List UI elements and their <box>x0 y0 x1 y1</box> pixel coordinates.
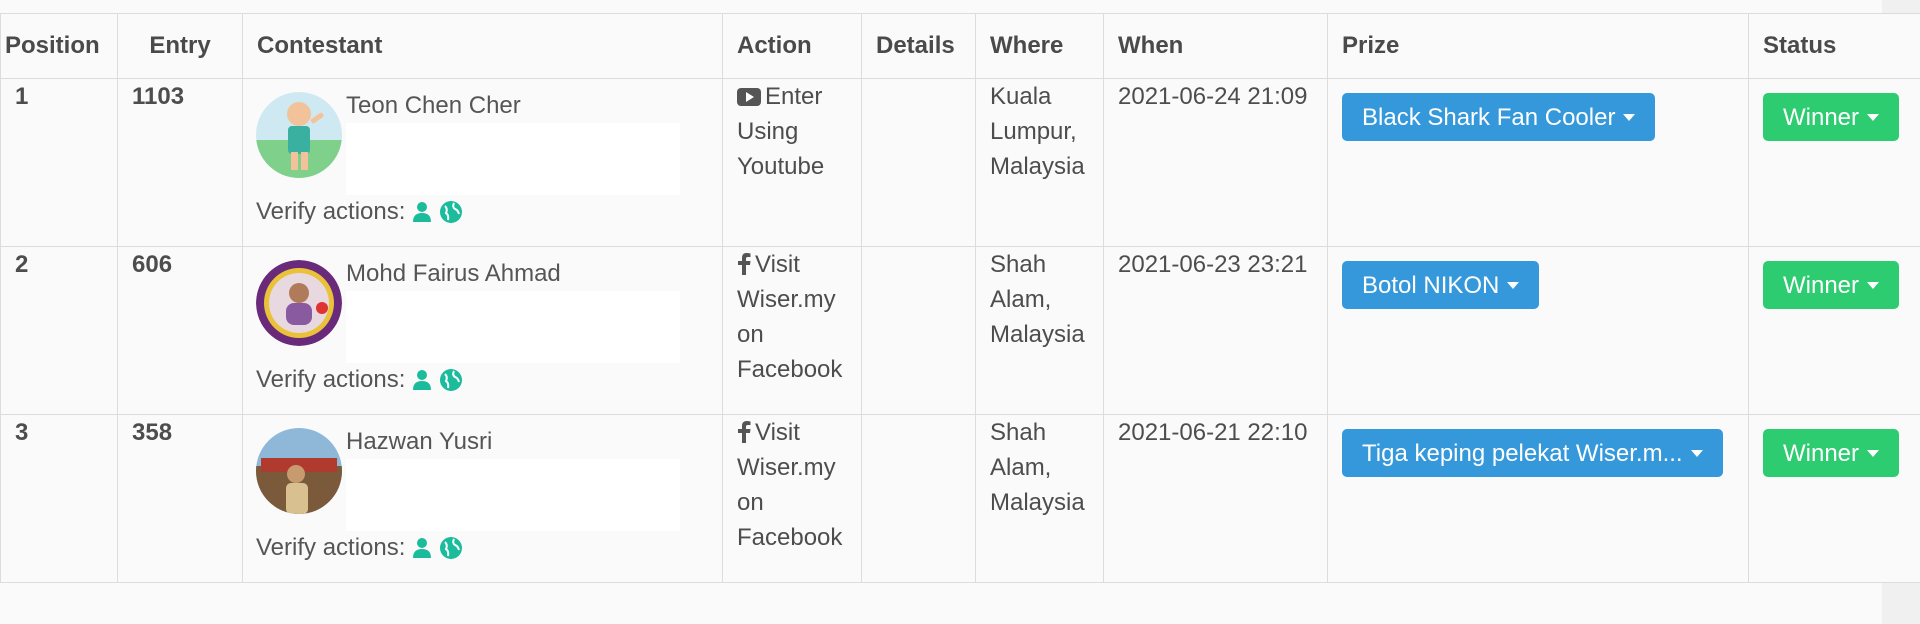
verify-actions: Verify actions: <box>256 365 463 395</box>
details-cell <box>861 246 976 415</box>
where-cell: Shah Alam, Malaysia <box>975 414 1104 583</box>
header-details[interactable]: Details <box>861 13 976 79</box>
table-row: 3 358 Hazwan Yusri Verify actions: Visit… <box>0 414 1920 583</box>
verify-actions-label: Verify actions: <box>256 366 406 393</box>
action-cell: Enter Using Youtube <box>722 78 862 247</box>
contestant-name[interactable]: Mohd Fairus Ahmad <box>346 259 561 289</box>
when-cell: 2021-06-24 21:09 <box>1103 78 1328 247</box>
position-cell: 2 <box>0 246 118 415</box>
status-dropdown-button[interactable]: Winner <box>1763 429 1900 477</box>
verify-actions: Verify actions: <box>256 533 463 563</box>
entry-cell: 606 <box>117 246 243 415</box>
position-cell: 1 <box>0 78 118 247</box>
header-where[interactable]: Where <box>975 13 1104 79</box>
user-icon[interactable] <box>411 537 433 559</box>
redacted-info <box>346 123 680 195</box>
prize-label: Black Shark Fan Cooler <box>1362 103 1616 131</box>
contestant-cell: Hazwan Yusri Verify actions: <box>242 414 723 583</box>
globe-icon[interactable] <box>439 200 463 224</box>
globe-icon[interactable] <box>439 536 463 560</box>
header-contestant[interactable]: Contestant <box>242 13 723 79</box>
user-icon[interactable] <box>411 201 433 223</box>
header-prize[interactable]: Prize <box>1327 13 1749 79</box>
caret-down-icon <box>1867 113 1880 121</box>
header-when[interactable]: When <box>1103 13 1328 79</box>
status-label: Winner <box>1783 103 1860 131</box>
winners-page: Position Entry Contestant Action Details… <box>0 0 1920 624</box>
prize-dropdown-button[interactable]: Tiga keping pelekat Wiser.m... <box>1342 429 1723 477</box>
caret-down-icon <box>1690 449 1703 457</box>
when-cell: 2021-06-21 22:10 <box>1103 414 1328 583</box>
entry-cell: 1103 <box>117 78 243 247</box>
action-text: Visit Wiser.my on Facebook <box>737 251 843 383</box>
details-cell <box>861 414 976 583</box>
status-label: Winner <box>1783 271 1860 299</box>
verify-actions-label: Verify actions: <box>256 198 406 225</box>
user-icon[interactable] <box>411 369 433 391</box>
action-cell: Visit Wiser.my on Facebook <box>722 246 862 415</box>
table-row: 1 1103 Teon Chen Cher Verify actions: En… <box>0 78 1920 247</box>
where-cell: Shah Alam, Malaysia <box>975 246 1104 415</box>
status-cell: Winner <box>1748 246 1920 415</box>
table-row: 2 606 Mohd Fairus Ahmad Verify actions: … <box>0 246 1920 415</box>
prize-label: Tiga keping pelekat Wiser.m... <box>1362 439 1683 467</box>
facebook-icon <box>738 253 751 275</box>
header-entry[interactable]: Entry <box>117 13 243 79</box>
prize-cell: Black Shark Fan Cooler <box>1327 78 1749 247</box>
table-header-row: Position Entry Contestant Action Details… <box>0 13 1920 79</box>
prize-cell: Botol NIKON <box>1327 246 1749 415</box>
caret-down-icon <box>1867 281 1880 289</box>
contestant-name[interactable]: Teon Chen Cher <box>346 91 521 121</box>
status-dropdown-button[interactable]: Winner <box>1763 261 1900 309</box>
header-action[interactable]: Action <box>722 13 862 79</box>
prize-cell: Tiga keping pelekat Wiser.m... <box>1327 414 1749 583</box>
entry-cell: 358 <box>117 414 243 583</box>
winners-table: Position Entry Contestant Action Details… <box>0 13 1920 583</box>
redacted-info <box>346 291 680 363</box>
prize-dropdown-button[interactable]: Botol NIKON <box>1342 261 1540 309</box>
header-status[interactable]: Status <box>1748 13 1920 79</box>
youtube-icon <box>737 88 761 106</box>
caret-down-icon <box>1867 449 1880 457</box>
status-cell: Winner <box>1748 414 1920 583</box>
header-position[interactable]: Position <box>0 13 118 79</box>
redacted-info <box>346 459 680 531</box>
status-label: Winner <box>1783 439 1860 467</box>
status-dropdown-button[interactable]: Winner <box>1763 93 1900 141</box>
facebook-icon <box>738 421 751 443</box>
action-cell: Visit Wiser.my on Facebook <box>722 414 862 583</box>
status-cell: Winner <box>1748 78 1920 247</box>
prize-dropdown-button[interactable]: Black Shark Fan Cooler <box>1342 93 1656 141</box>
prize-label: Botol NIKON <box>1362 271 1500 299</box>
avatar[interactable] <box>256 92 342 178</box>
contestant-cell: Teon Chen Cher Verify actions: <box>242 78 723 247</box>
caret-down-icon <box>1623 113 1636 121</box>
details-cell <box>861 78 976 247</box>
avatar[interactable] <box>256 260 342 346</box>
globe-icon[interactable] <box>439 368 463 392</box>
where-cell: Kuala Lumpur, Malaysia <box>975 78 1104 247</box>
position-cell: 3 <box>0 414 118 583</box>
verify-actions: Verify actions: <box>256 197 463 227</box>
contestant-cell: Mohd Fairus Ahmad Verify actions: <box>242 246 723 415</box>
action-text: Visit Wiser.my on Facebook <box>737 419 843 551</box>
avatar[interactable] <box>256 428 342 514</box>
when-cell: 2021-06-23 23:21 <box>1103 246 1328 415</box>
caret-down-icon <box>1507 281 1520 289</box>
verify-actions-label: Verify actions: <box>256 534 406 561</box>
contestant-name[interactable]: Hazwan Yusri <box>346 427 492 457</box>
